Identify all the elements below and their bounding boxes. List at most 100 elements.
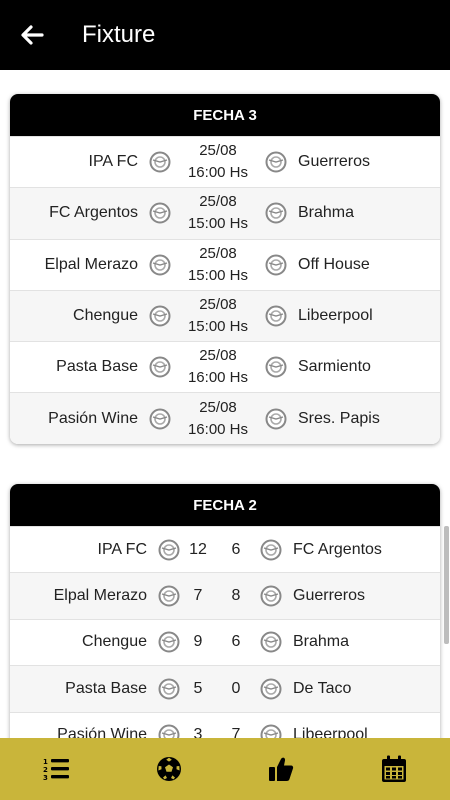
team-crest-icon xyxy=(260,585,282,607)
home-score: 9 xyxy=(193,633,203,651)
team-crest-icon xyxy=(149,408,171,430)
fixture-list[interactable]: FECHA 3 IPA FC 25/08 16:00 Hs Guerreros F… xyxy=(0,70,450,738)
match-date: 25/08 xyxy=(199,347,237,365)
team-crest-icon xyxy=(149,305,171,327)
away-team: Brahma xyxy=(293,633,350,651)
home-score: 5 xyxy=(193,679,203,697)
match-row[interactable]: Elpal Merazo 7 8 Guerreros xyxy=(10,572,440,619)
team-crest-icon xyxy=(265,356,287,378)
home-team: IPA FC xyxy=(97,540,148,558)
team-crest-icon xyxy=(158,678,180,700)
app-bar: Fixture xyxy=(0,0,450,70)
match-row[interactable]: Pasta Base 25/08 16:00 Hs Sarmiento xyxy=(10,341,440,393)
team-crest-icon xyxy=(260,539,282,561)
match-row[interactable]: Pasión Wine 25/08 16:00 Hs Sres. Papis xyxy=(10,392,440,444)
match-datetime: 25/08 16:00 Hs xyxy=(171,345,265,389)
team-crest-icon xyxy=(149,151,171,173)
home-team: Pasta Base xyxy=(65,679,147,697)
away-team: De Taco xyxy=(293,679,352,697)
match-datetime: 25/08 16:00 Hs xyxy=(171,140,265,184)
match-datetime: 25/08 15:00 Hs xyxy=(171,191,265,235)
thumbs-up-icon xyxy=(269,757,294,781)
round-card: FECHA 2 IPA FC 12 6 FC Argentos Elpal Me… xyxy=(10,484,440,738)
home-team: Chengue xyxy=(82,633,147,651)
team-crest-icon xyxy=(265,202,287,224)
home-team: Elpal Merazo xyxy=(53,587,147,605)
away-team: Libeerpool xyxy=(298,307,373,325)
tab-matches[interactable] xyxy=(113,738,226,800)
match-row[interactable]: Chengue 9 6 Brahma xyxy=(10,618,440,666)
home-score: 3 xyxy=(193,726,203,738)
match-date: 25/08 xyxy=(199,193,237,211)
team-crest-icon xyxy=(158,631,180,653)
match-row[interactable]: Chengue 25/08 15:00 Hs Libeerpool xyxy=(10,289,440,342)
home-team: Chengue xyxy=(73,307,138,325)
tab-likes[interactable] xyxy=(225,738,338,800)
match-datetime: 25/08 15:00 Hs xyxy=(171,294,265,338)
away-score: 6 xyxy=(231,633,241,651)
standings-list-icon: 1 2 3 xyxy=(43,758,70,781)
away-team: Guerreros xyxy=(293,587,366,605)
team-crest-icon xyxy=(260,631,282,653)
scrollbar-thumb[interactable] xyxy=(444,526,449,644)
home-team: Pasión Wine xyxy=(57,726,147,738)
match-row[interactable]: Elpal Merazo 25/08 15:00 Hs Off House xyxy=(10,238,440,290)
match-time: 16:00 Hs xyxy=(187,369,249,387)
round-title: FECHA 3 xyxy=(10,94,440,136)
home-score: 12 xyxy=(189,540,207,558)
svg-text:3: 3 xyxy=(43,774,48,781)
home-team: Pasión Wine xyxy=(48,409,138,427)
match-row[interactable]: Pasta Base 5 0 De Taco xyxy=(10,665,440,712)
match-time: 15:00 Hs xyxy=(187,266,249,284)
svg-text:2: 2 xyxy=(43,766,48,774)
page-title: Fixture xyxy=(82,21,156,48)
match-date: 25/08 xyxy=(199,142,237,160)
soccer-ball-icon xyxy=(156,757,181,781)
match-date: 25/08 xyxy=(199,398,237,416)
calendar-icon xyxy=(381,755,406,782)
away-team: FC Argentos xyxy=(293,540,382,558)
match-datetime: 25/08 15:00 Hs xyxy=(171,243,265,287)
away-team: Libeerpool xyxy=(293,726,368,738)
match-row[interactable]: IPA FC 25/08 16:00 Hs Guerreros xyxy=(10,136,440,188)
away-team: Sarmiento xyxy=(298,358,371,376)
tab-standings[interactable]: 1 2 3 xyxy=(0,738,113,800)
home-team: Pasta Base xyxy=(56,358,138,376)
team-crest-icon xyxy=(260,678,282,700)
team-crest-icon xyxy=(158,724,180,738)
match-row[interactable]: FC Argentos 25/08 15:00 Hs Brahma xyxy=(10,187,440,239)
svg-text:1: 1 xyxy=(43,758,48,766)
away-team: Brahma xyxy=(298,204,355,222)
match-time: 15:00 Hs xyxy=(187,318,249,336)
home-score: 7 xyxy=(193,587,203,605)
home-team: FC Argentos xyxy=(49,204,138,222)
away-score: 8 xyxy=(231,587,241,605)
team-crest-icon xyxy=(265,305,287,327)
match-time: 16:00 Hs xyxy=(187,164,249,182)
match-date: 25/08 xyxy=(199,244,237,262)
away-score: 7 xyxy=(231,726,241,738)
away-team: Guerreros xyxy=(298,153,371,171)
away-team: Off House xyxy=(298,255,370,273)
team-crest-icon xyxy=(149,254,171,276)
match-row[interactable]: IPA FC 12 6 FC Argentos xyxy=(10,526,440,573)
team-crest-icon xyxy=(158,585,180,607)
home-team: Elpal Merazo xyxy=(44,255,138,273)
match-date: 25/08 xyxy=(199,296,237,314)
team-crest-icon xyxy=(149,202,171,224)
tab-calendar[interactable] xyxy=(338,738,450,800)
match-time: 15:00 Hs xyxy=(187,215,249,233)
team-crest-icon xyxy=(260,724,282,738)
team-crest-icon xyxy=(149,356,171,378)
back-button[interactable] xyxy=(2,0,62,70)
match-row[interactable]: Pasión Wine 3 7 Libeerpool xyxy=(10,711,440,738)
match-time: 16:00 Hs xyxy=(187,420,249,438)
team-crest-icon xyxy=(265,254,287,276)
team-crest-icon xyxy=(158,539,180,561)
away-team: Sres. Papis xyxy=(298,409,380,427)
round-title: FECHA 2 xyxy=(10,484,440,526)
away-score: 0 xyxy=(231,679,241,697)
match-datetime: 25/08 16:00 Hs xyxy=(171,397,265,441)
team-crest-icon xyxy=(265,151,287,173)
team-crest-icon xyxy=(265,408,287,430)
